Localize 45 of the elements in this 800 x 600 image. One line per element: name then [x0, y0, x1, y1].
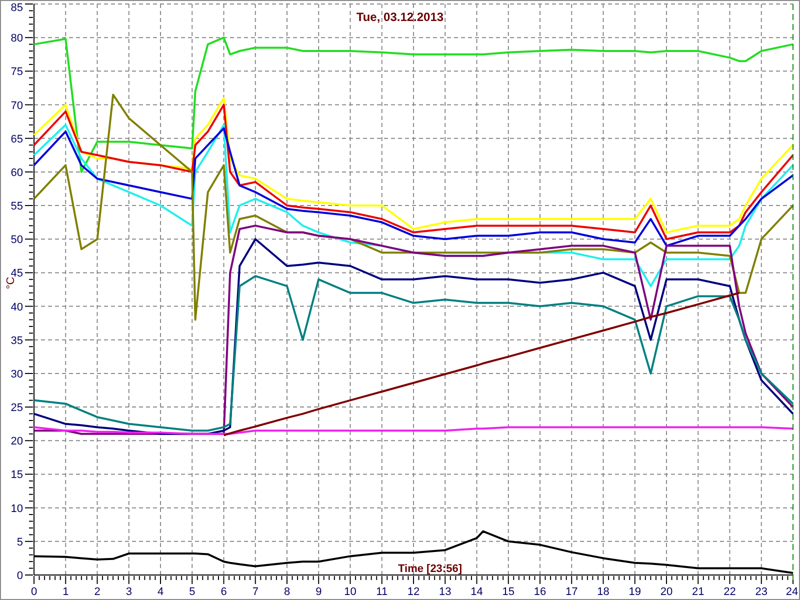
tick-label: 3	[126, 586, 132, 598]
tick-label: 7	[252, 586, 258, 598]
tick-label: 5	[16, 536, 23, 548]
tick-label: 65	[10, 133, 23, 146]
tick-label: 10	[344, 586, 356, 598]
axis-label: Time [23:56]	[398, 563, 462, 575]
tick-label: 35	[10, 334, 23, 347]
tick-label: 75	[10, 66, 23, 78]
tick-label: 10	[10, 502, 23, 515]
tick-label: 13	[439, 586, 452, 598]
tick-label: 6	[220, 586, 227, 598]
chart-title: Tue, 03.12.2013	[356, 10, 444, 24]
tick-label: 5	[189, 586, 196, 598]
tick-label: 4	[157, 586, 164, 598]
tick-label: 50	[10, 234, 23, 246]
tick-label: 14	[470, 586, 483, 598]
tick-label: 17	[566, 586, 578, 598]
tick-label: 20	[10, 436, 23, 448]
tick-label: 22	[724, 586, 736, 598]
tick-label: 15	[502, 586, 514, 598]
tick-label: 16	[534, 586, 546, 598]
tick-label: 55	[10, 200, 23, 213]
tick-label: 40	[10, 301, 23, 314]
tick-label: 8	[284, 586, 290, 598]
tick-label: 25	[10, 402, 23, 414]
tick-label: 9	[316, 586, 322, 598]
tick-label: 15	[10, 469, 23, 482]
tick-label: 11	[376, 586, 388, 598]
tick-label: 80	[10, 32, 23, 45]
tick-label: 70	[10, 100, 23, 112]
tick-label: 21	[692, 586, 704, 598]
tick-label: 0	[30, 586, 38, 598]
tick-label: 19	[628, 586, 641, 598]
tick-label: 1	[62, 586, 69, 598]
tick-label: 60	[10, 166, 23, 179]
axis-label: °C	[5, 276, 17, 290]
tick-label: 0	[16, 570, 23, 582]
tick-label: 30	[10, 368, 23, 380]
tick-label: 20	[660, 586, 673, 598]
tick-label: 18	[597, 586, 610, 598]
tick-label: 12	[407, 586, 420, 598]
tick-label: 85	[10, 2, 23, 14]
tick-label: 23	[755, 586, 768, 598]
tick-label: 24	[786, 586, 798, 598]
tick-label: 2	[94, 586, 100, 598]
